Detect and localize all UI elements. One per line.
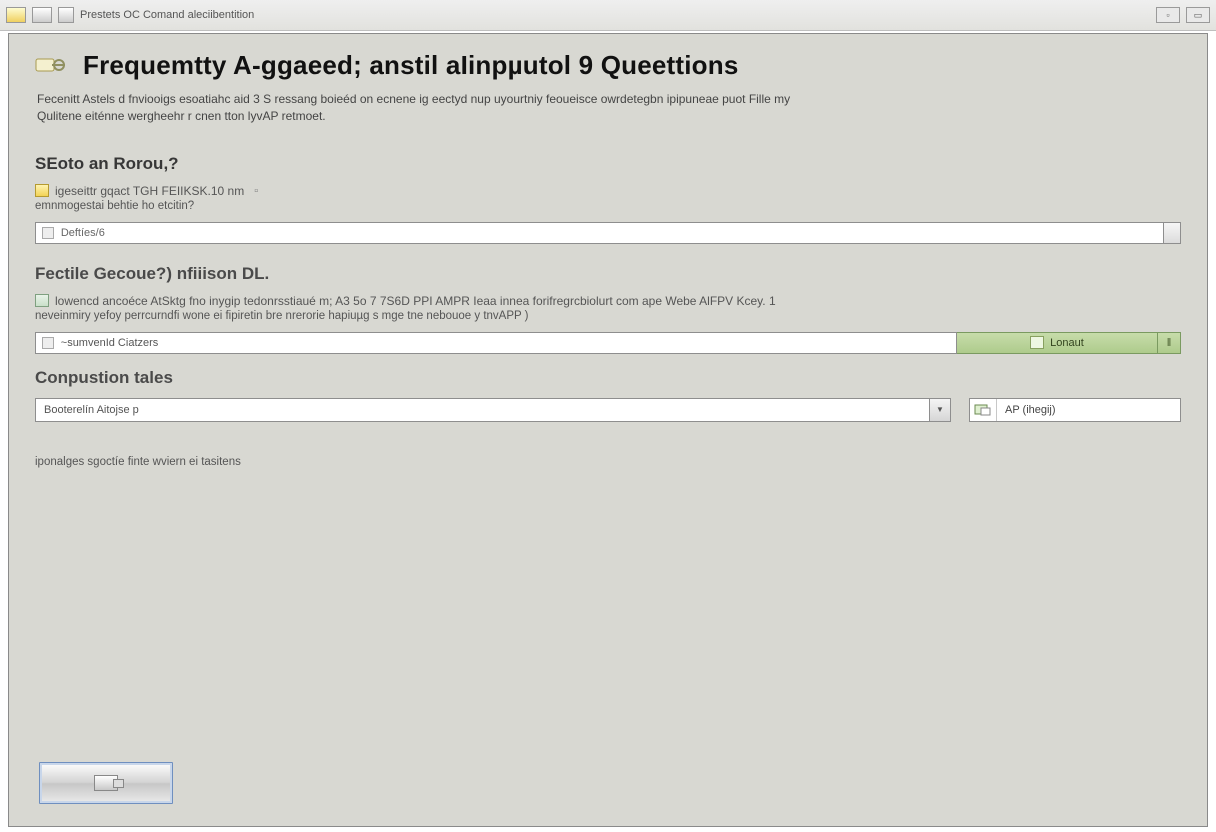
note-icon — [35, 184, 49, 197]
section2-input[interactable] — [59, 336, 950, 350]
combo-drop-icon[interactable]: ▼ — [929, 398, 951, 422]
sys-icon-b — [32, 7, 52, 23]
section2-subnote: neveinmiry yefoy perrcurndfi wone ei fip… — [35, 310, 1181, 322]
section1-field-scroll[interactable] — [1164, 222, 1181, 244]
section2-heading: Fectile Gecoue?) nfiiison DL. — [35, 264, 1181, 284]
section2-field[interactable] — [35, 332, 957, 354]
section1-note: igeseittr gqact TGH FEIIKSK.10 nm ▫ — [35, 184, 1181, 198]
section1-heading: SEoto an Rorou,? — [35, 154, 1181, 174]
section2-note: lowencd ancoéce AtSktg fno inygip tedonr… — [35, 294, 1181, 308]
client-area: Frequemtty A-ggaeed; anstil aIinpµutol 9… — [8, 33, 1208, 827]
ap-side-label: AP (ihegij) — [997, 399, 1180, 421]
window-maximize-button[interactable]: ▭ — [1186, 7, 1210, 23]
lonaut-icon — [1030, 336, 1044, 349]
note-icon-2 — [35, 294, 49, 307]
ap-side-icon — [970, 399, 997, 421]
page-title: Frequemtty A-ggaeed; anstil aIinpµutol 9… — [83, 50, 739, 81]
section2-endcap-button[interactable]: ‖ — [1158, 332, 1181, 354]
ap-side-button[interactable]: AP (ihegij) — [969, 398, 1181, 422]
faq-key-icon — [35, 53, 69, 79]
footer-note: iponalges sgoctíe finte wviern ei tasite… — [35, 456, 1181, 468]
title-bar: Prestets OC Comand aleciibentition ▫ ▭ — [0, 0, 1216, 31]
section3-combo[interactable]: ▼ — [35, 398, 951, 422]
note-muted-icon: ▫ — [254, 185, 258, 197]
intro-text: Fecenitt Astels d fnviooigs esoatiahc ai… — [37, 91, 1179, 126]
section1-input[interactable] — [59, 226, 1157, 240]
bottom-action-button[interactable] — [39, 762, 173, 804]
window-caption: Prestets OC Comand aleciibentition — [80, 9, 254, 21]
lonaut-button[interactable]: Lonaut — [957, 332, 1158, 354]
section3-combo-input[interactable] — [42, 403, 923, 417]
field-icon — [42, 227, 54, 239]
section3-heading: Conpustion tales — [35, 368, 1181, 388]
sys-icon-c — [58, 7, 74, 23]
window-minimize-button[interactable]: ▫ — [1156, 7, 1180, 23]
section1-subnote: emnmogestai behtie ho etcitin? — [35, 200, 1181, 212]
bottom-action-icon — [94, 775, 118, 791]
sys-icon-a — [6, 7, 26, 23]
section1-field[interactable] — [35, 222, 1164, 244]
field-icon-2 — [42, 337, 54, 349]
